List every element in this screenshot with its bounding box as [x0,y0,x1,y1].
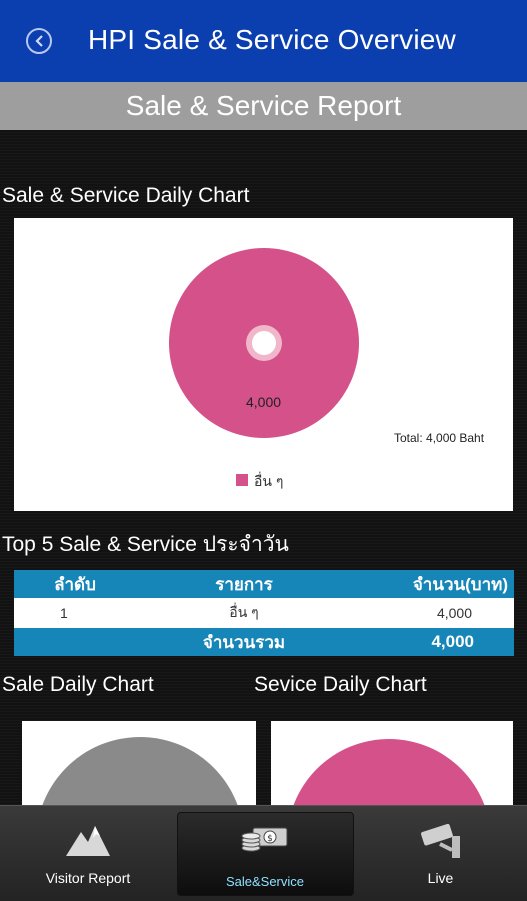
total-annotation: Total: 4,000 Baht [394,431,485,445]
service-pie-slice [293,739,485,805]
top5-table: ลำดับ รายการ จำนวน(บาท) 1 อื่น ๆ 4,000 จ… [14,570,514,656]
row-amount: 4,000 [352,598,514,628]
money-icon: $ [241,827,288,852]
legend-label: อื่น ๆ [254,473,284,489]
back-arrow-icon[interactable] [26,28,52,54]
pie-center-hole [252,331,276,355]
total-label: จำนวนรวม [136,628,352,656]
sale-pie-slice [42,737,238,805]
sale-chart-panel [22,721,256,805]
bottom-navigation: Visitor Report $ Sale&Service Live [0,805,527,901]
row-item: อื่น ๆ [136,598,352,628]
cctv-camera-icon [420,823,460,858]
sale-pie-chart [42,737,238,805]
svg-text:$: $ [267,834,273,844]
nav-label-live: Live [427,870,454,886]
table-total-row: จำนวนรวม 4,000 [14,628,514,656]
daily-pie-chart [169,248,359,438]
sale-chart-title: Sale Daily Chart [2,673,154,696]
report-content[interactable]: Sale & Service Daily Chart 4,000 Total: … [0,130,527,805]
top5-title: Top 5 Sale & Service ประจำวัน [2,533,289,556]
daily-chart-panel: 4,000 Total: 4,000 Baht อื่น ๆ [14,218,513,511]
nav-visitor-report[interactable]: Visitor Report [0,806,176,901]
nav-live[interactable]: Live [354,806,527,901]
table-row[interactable]: 1 อื่น ๆ 4,000 [14,598,514,628]
pie-value-label: 4,000 [246,394,282,410]
service-chart-panel [271,721,513,805]
column-header-amount: จำนวน(บาท) [352,570,514,598]
total-value: 4,000 [352,628,514,656]
row-rank: 1 [14,598,136,628]
mountain-icon [66,826,110,856]
legend-swatch [236,474,248,486]
app-header: HPI Sale & Service Overview [0,0,527,82]
page-title: HPI Sale & Service Overview [88,24,456,55]
daily-chart-title: Sale & Service Daily Chart [2,184,250,207]
nav-sale-service[interactable]: $ Sale&Service [177,806,354,901]
report-title-bar: Sale & Service Report [0,82,527,130]
column-header-item: รายการ [136,570,352,598]
nav-label-sale-service: Sale&Service [225,874,305,889]
total-spacer [14,628,136,656]
nav-label-visitor-report: Visitor Report [45,870,131,886]
column-header-rank: ลำดับ [14,570,136,598]
service-pie-chart [293,739,485,805]
table-header-row: ลำดับ รายการ จำนวน(บาท) [14,570,514,598]
service-chart-title: Sevice Daily Chart [254,673,427,696]
